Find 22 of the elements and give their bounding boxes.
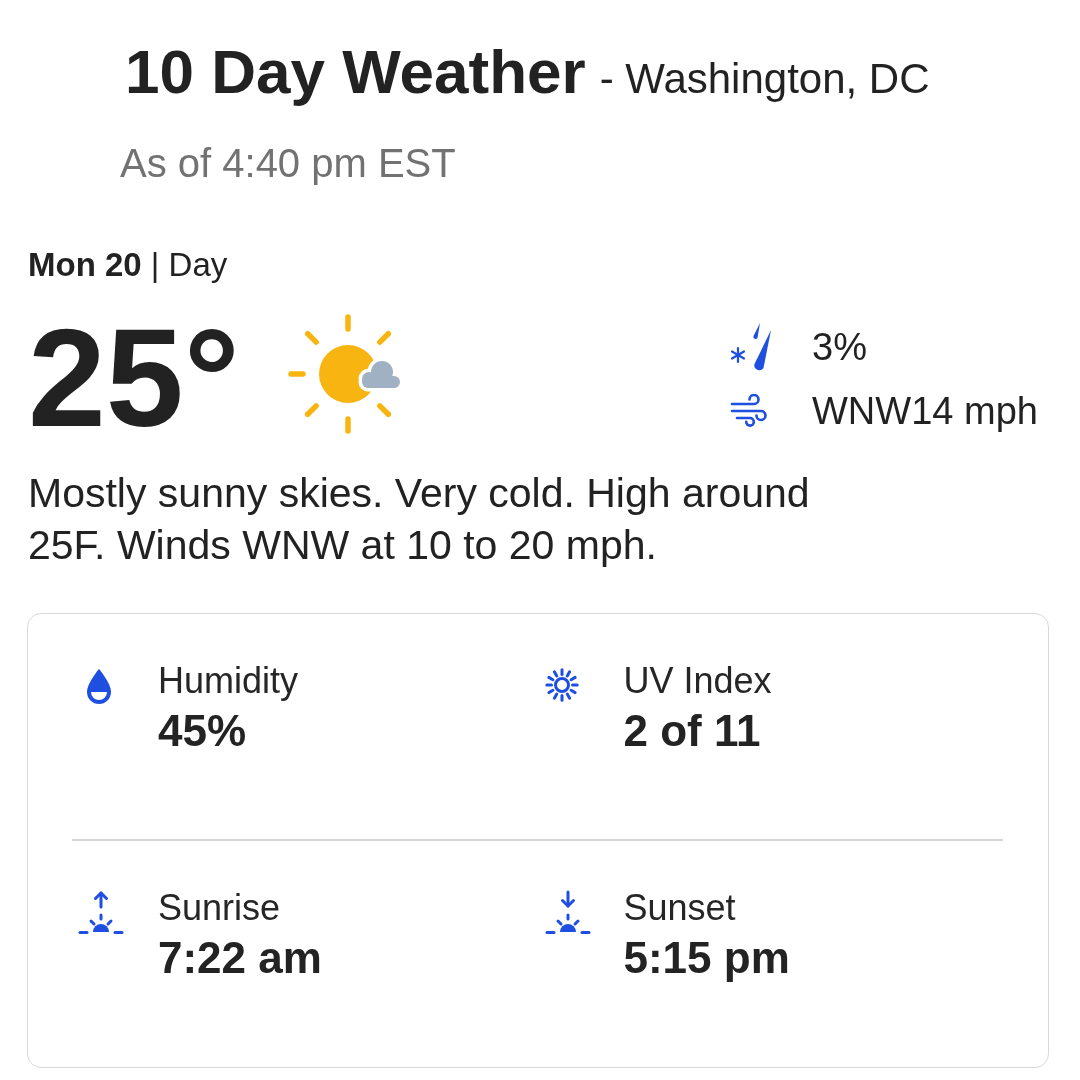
sun-icon — [544, 668, 579, 703]
date-label: Mon 20 | Day — [28, 245, 228, 286]
location-text: - Washington, DC — [599, 55, 930, 104]
precipitation-icon — [730, 322, 774, 373]
sunrise-icon — [78, 889, 124, 936]
precipitation-value: 3% — [812, 325, 867, 371]
wind-value: WNW14 mph — [812, 389, 1038, 435]
detail-label: Sunrise — [158, 886, 282, 929]
sunset-icon — [544, 889, 591, 936]
temperature-reading: 25° — [28, 308, 240, 449]
wind-icon — [730, 394, 768, 429]
detail-label: UV Index — [623, 660, 772, 703]
detail-label: Humidity — [158, 660, 299, 703]
detail-value: 2 of 11 — [623, 706, 762, 757]
updated-time: As of 4:40 pm EST — [120, 140, 456, 188]
detail-label: Sunset — [623, 886, 737, 929]
detail-value: 5:15 pm — [623, 932, 790, 983]
page-title: 10 Day Weather — [125, 36, 586, 108]
detail-value: 45% — [158, 706, 248, 757]
water-drop-icon — [84, 668, 114, 707]
detail-value: 7:22 am — [158, 932, 322, 983]
forecast-description: Mostly sunny skies. Very cold. High around 25F. Winds WNW at 10 to 20 mph. — [28, 469, 811, 571]
